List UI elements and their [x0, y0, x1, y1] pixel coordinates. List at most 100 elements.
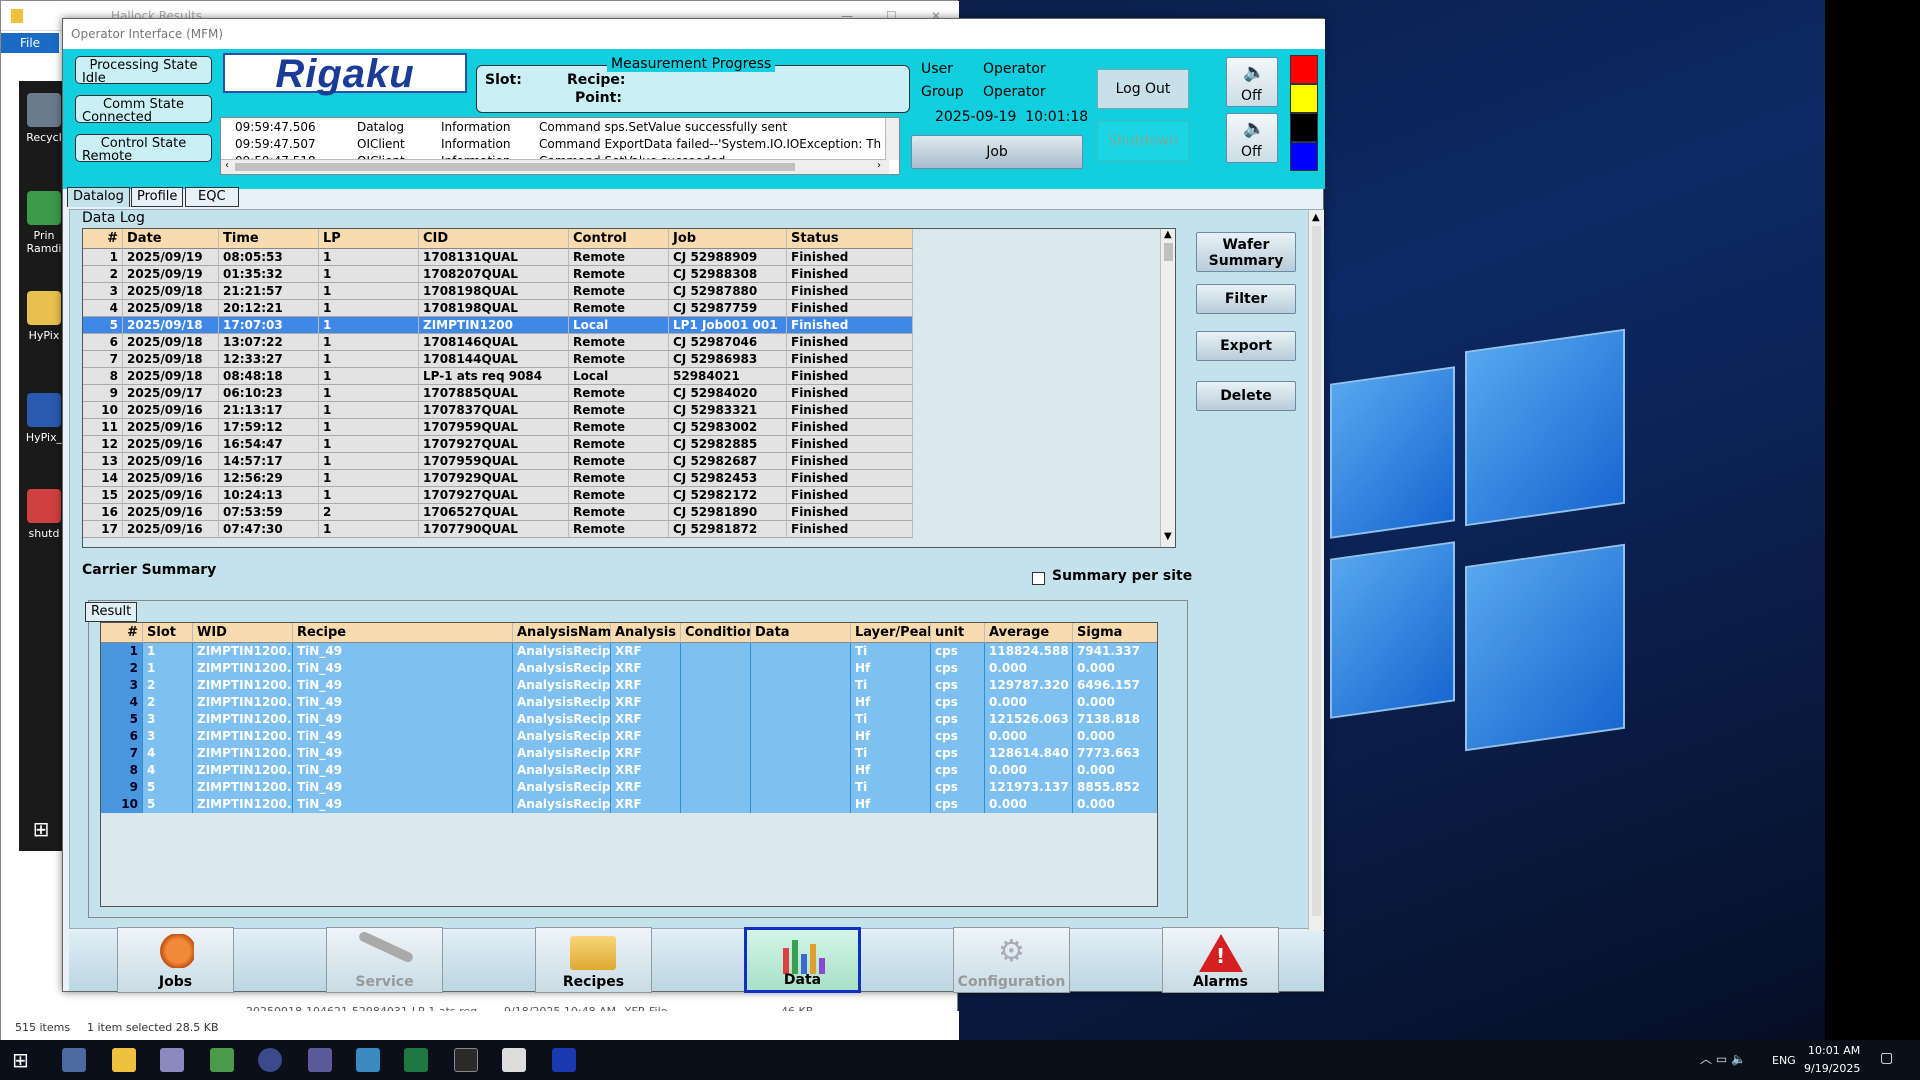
operator-interface-window[interactable]: Operator Interface (MFM) Processing Stat…: [62, 18, 1325, 993]
table-row[interactable]: 17 2025/09/16 07:47:30 1 1707790QUAL Remote CJ…: [83, 521, 913, 538]
table-row[interactable]: 3 2025/09/18 21:21:57 1 1708198QUAL Remote CJ …: [83, 283, 913, 300]
taskbar-app-icon[interactable]: [502, 1048, 526, 1072]
language-indicator[interactable]: ENG: [1772, 1054, 1796, 1067]
table-row[interactable]: 10 2025/09/16 21:13:17 1 1707837QUAL Remote CJ…: [83, 402, 913, 419]
job-button[interactable]: Job: [911, 135, 1083, 169]
column-header[interactable]: Time: [219, 229, 319, 249]
tab-eqc[interactable]: EQC: [185, 187, 239, 207]
scroll-up-icon[interactable]: ▲: [1312, 212, 1320, 223]
table-row[interactable]: 8 2025/09/18 08:48:18 1 LP-1 ats req 9084 Loc…: [83, 368, 913, 385]
scroll-down-icon[interactable]: ▼: [1164, 531, 1172, 542]
vertical-scrollbar[interactable]: [885, 118, 899, 160]
wafer-summary-button[interactable]: Wafer Summary: [1196, 232, 1296, 272]
scroll-left-icon[interactable]: ‹: [225, 160, 229, 171]
column-header[interactable]: Average: [985, 623, 1073, 643]
scroll-thumb[interactable]: [235, 163, 795, 171]
column-header[interactable]: Status: [787, 229, 913, 249]
result-row[interactable]: 2 1 ZIMPTIN1200.0 TiN_49 AnalysisRecipe XRF Hf…: [101, 660, 1157, 677]
scroll-right-icon[interactable]: ›: [877, 160, 881, 171]
column-header[interactable]: Analysis: [611, 623, 681, 643]
nav-alarms-button[interactable]: ! Alarms: [1162, 927, 1279, 993]
notification-icon[interactable]: ▢: [1880, 1050, 1893, 1066]
result-row[interactable]: 4 2 ZIMPTIN1200.0 TiN_49 AnalysisRecipe XRF Hf…: [101, 694, 1157, 711]
result-row[interactable]: 8 4 ZIMPTIN1200.0 TiN_49 AnalysisRecipe XRF Hf…: [101, 762, 1157, 779]
message-log[interactable]: 09:59:47.506 Datalog Information Command sp…: [220, 117, 900, 175]
nav-recipes-button[interactable]: Recipes: [535, 927, 652, 993]
nav-service-button[interactable]: Service: [326, 927, 443, 993]
nav-jobs-button[interactable]: Jobs: [117, 927, 234, 993]
taskbar-app-icon[interactable]: [160, 1048, 184, 1072]
start-button-icon[interactable]: ⊞: [12, 1048, 29, 1072]
column-header[interactable]: Condition: [681, 623, 751, 643]
data-log-grid[interactable]: # Date Time LP CID Control Job Status 1 2025/09/…: [82, 228, 1176, 548]
nav-data-button[interactable]: Data: [744, 927, 861, 993]
column-header[interactable]: Date: [123, 229, 219, 249]
result-row[interactable]: 9 5 ZIMPTIN1200.0 TiN_49 AnalysisRecipe XRF Ti…: [101, 779, 1157, 796]
table-row[interactable]: 7 2025/09/18 12:33:27 1 1708144QUAL Remote CJ …: [83, 351, 913, 368]
result-row[interactable]: 10 5 ZIMPTIN1200.0 TiN_49 AnalysisRecipe XRF H…: [101, 796, 1157, 813]
chart-app-icon[interactable]: [454, 1048, 478, 1072]
scroll-up-icon[interactable]: ▲: [1164, 229, 1172, 240]
export-button[interactable]: Export: [1196, 331, 1296, 361]
excel-icon[interactable]: [404, 1048, 428, 1072]
table-row[interactable]: 12 2025/09/16 16:54:47 1 1707927QUAL Remote CJ…: [83, 436, 913, 453]
hypix-app-icon[interactable]: HyPix_: [23, 393, 65, 444]
column-header[interactable]: Slot: [143, 623, 193, 643]
table-row[interactable]: 11 2025/09/16 17:59:12 1 1707959QUAL Remote CJ…: [83, 419, 913, 436]
printer-shortcut-icon[interactable]: Prin Ramdi: [23, 191, 65, 255]
shutdown-button[interactable]: Shutdown: [1097, 121, 1189, 161]
column-header[interactable]: Sigma: [1073, 623, 1157, 643]
file-tab[interactable]: File: [1, 33, 59, 53]
summary-per-site-checkbox[interactable]: [1032, 572, 1045, 585]
content-scrollbar[interactable]: ▲: [1308, 210, 1324, 930]
data-log-scrollbar[interactable]: ▲ ▼: [1160, 229, 1175, 547]
taskbar-app-icon[interactable]: [258, 1048, 282, 1072]
taskbar-date[interactable]: 9/19/2025: [1804, 1062, 1860, 1075]
taskbar-app-icon[interactable]: [210, 1048, 234, 1072]
system-tray-icons[interactable]: ︿ ▭ 🔈: [1700, 1050, 1746, 1067]
table-row[interactable]: 9 2025/09/17 06:10:23 1 1707885QUAL Remote CJ …: [83, 385, 913, 402]
xrf-tool-icon[interactable]: [552, 1048, 576, 1072]
column-header[interactable]: LP: [319, 229, 419, 249]
column-header[interactable]: Recipe: [293, 623, 513, 643]
table-row[interactable]: 4 2025/09/18 20:12:21 1 1708198QUAL Remote CJ …: [83, 300, 913, 317]
scroll-thumb[interactable]: [1164, 243, 1173, 261]
filter-button[interactable]: Filter: [1196, 284, 1296, 314]
column-header[interactable]: WID: [193, 623, 293, 643]
column-header[interactable]: AnalysisName: [513, 623, 611, 643]
column-header[interactable]: Job: [669, 229, 787, 249]
taskbar-time[interactable]: 10:01 AM: [1808, 1044, 1860, 1057]
column-header[interactable]: CID: [419, 229, 569, 249]
logout-button[interactable]: Log Out: [1097, 69, 1189, 109]
table-row[interactable]: 5 2025/09/18 17:07:03 1 ZIMPTIN1200 Local LP1 …: [83, 317, 913, 334]
sound-toggle-1[interactable]: 🔈 Off: [1226, 57, 1278, 107]
result-row[interactable]: 3 2 ZIMPTIN1200.0 TiN_49 AnalysisRecipe XRF Ti…: [101, 677, 1157, 694]
carrier-summary-grid[interactable]: # Slot WID Recipe AnalysisName Analysis Condit…: [100, 622, 1158, 907]
table-row[interactable]: 14 2025/09/16 12:56:29 1 1707929QUAL Remote CJ…: [83, 470, 913, 487]
taskbar-app-icon[interactable]: [356, 1048, 380, 1072]
table-row[interactable]: 16 2025/09/16 07:53:59 2 1706527QUAL Remote CJ…: [83, 504, 913, 521]
result-row[interactable]: 5 3 ZIMPTIN1200.0 TiN_49 AnalysisRecipe XRF Ti…: [101, 711, 1157, 728]
delete-button[interactable]: Delete: [1196, 381, 1296, 411]
nav-configuration-button[interactable]: ⚙ Configuration: [953, 927, 1070, 993]
sound-toggle-2[interactable]: 🔈 Off: [1226, 113, 1278, 163]
result-row[interactable]: 1 1 ZIMPTIN1200.0 TiN_49 AnalysisRecipe XRF Ti…: [101, 643, 1157, 660]
column-header[interactable]: #: [83, 229, 123, 249]
column-header[interactable]: #: [101, 623, 143, 643]
table-row[interactable]: 13 2025/09/16 14:57:17 1 1707959QUAL Remote CJ…: [83, 453, 913, 470]
table-row[interactable]: 15 2025/09/16 10:24:13 1 1707927QUAL Remote CJ…: [83, 487, 913, 504]
result-row[interactable]: 7 4 ZIMPTIN1200.0 TiN_49 AnalysisRecipe XRF Ti…: [101, 745, 1157, 762]
tab-datalog[interactable]: Datalog: [67, 187, 130, 207]
file-explorer-icon[interactable]: [112, 1048, 136, 1072]
scroll-thumb[interactable]: [1312, 226, 1321, 916]
shutdown-shortcut-icon[interactable]: shutd: [23, 489, 65, 540]
tab-profile[interactable]: Profile: [131, 187, 184, 207]
table-row[interactable]: 1 2025/09/19 08:05:53 1 1708131QUAL Remote CJ …: [83, 249, 913, 266]
tab-result[interactable]: Result: [85, 602, 138, 622]
taskbar-app-icon[interactable]: [62, 1048, 86, 1072]
recycle-bin-icon[interactable]: Recycl: [23, 93, 65, 144]
horizontal-scrollbar[interactable]: ‹ ›: [221, 159, 889, 174]
table-row[interactable]: 2 2025/09/19 01:35:32 1 1708207QUAL Remote CJ …: [83, 266, 913, 283]
column-header[interactable]: Control: [569, 229, 669, 249]
column-header[interactable]: unit: [931, 623, 985, 643]
